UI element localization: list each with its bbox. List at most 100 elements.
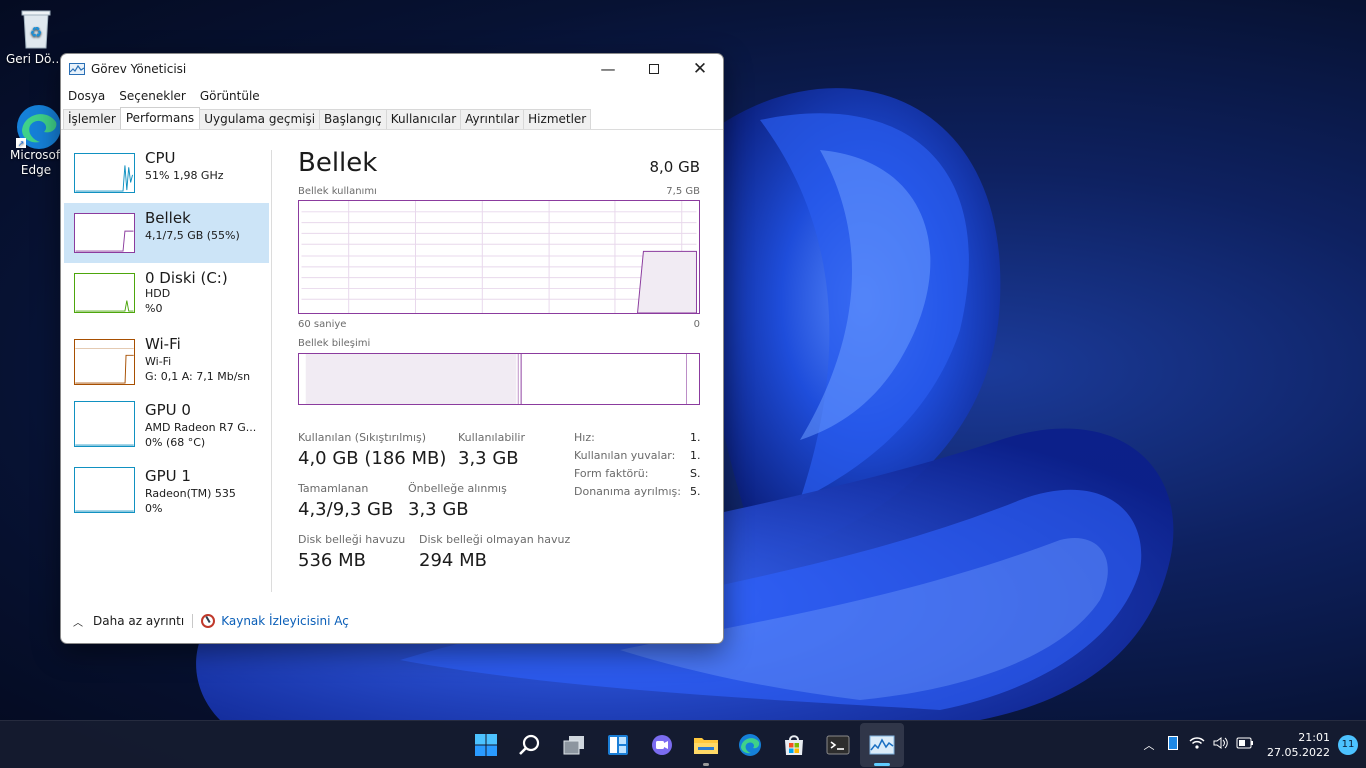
memory-thumbnail-graph (74, 213, 135, 253)
sidebar-item-detail: Radeon(TM) 535 (145, 487, 236, 500)
nonpaged-pool-label: Disk belleği olmayan havuz (419, 533, 571, 546)
recycle-bin-icon: ♻ (16, 8, 56, 49)
sidebar-item-name: Wi-Fi (145, 335, 181, 353)
search-icon (519, 734, 540, 755)
resource-monitor-icon (201, 614, 216, 628)
composition-chart-label: Bellek bileşimi (298, 338, 371, 349)
tab-services[interactable]: Hizmetler (523, 109, 592, 129)
task-manager-icon (869, 735, 895, 755)
sidebar-item-memory[interactable]: Bellek 4,1/7,5 GB (55%) (64, 203, 269, 263)
hardware-reserved-label: Donanıma ayrılmış: (574, 485, 681, 498)
close-icon: ✕ (692, 59, 708, 79)
start-icon (475, 734, 497, 756)
usage-chart-time-left: 60 saniye (298, 319, 347, 330)
maximize-icon (649, 64, 659, 74)
fewer-details-link[interactable]: Daha az ayrıntı (93, 614, 184, 628)
menu-bar: Dosya Seçenekler Görüntüle (61, 84, 723, 108)
battery-icon[interactable] (1233, 737, 1257, 753)
task-view-icon (563, 736, 584, 755)
sidebar-item-name: CPU (145, 149, 176, 167)
cpu-thumbnail-graph (74, 153, 135, 193)
wifi-icon[interactable] (1185, 736, 1209, 754)
sidebar-item-disk[interactable]: 0 Diski (C:) HDD %0 (64, 263, 269, 323)
close-button[interactable]: ✕ (677, 54, 723, 84)
tab-details[interactable]: Ayrıntılar (460, 109, 525, 129)
sidebar-item-name: GPU 1 (145, 467, 191, 485)
terminal-button[interactable] (816, 723, 860, 767)
page-title: Bellek (298, 148, 378, 178)
sidebar-item-detail: AMD Radeon R7 G... (145, 421, 257, 434)
minimize-button[interactable]: — (585, 54, 631, 84)
file-explorer-button[interactable] (684, 723, 728, 767)
task-view-button[interactable] (552, 723, 596, 767)
menu-file[interactable]: Dosya (61, 89, 112, 103)
speed-value: 1. (690, 431, 701, 444)
title-bar[interactable]: Görev Yöneticisi — ✕ (61, 54, 723, 84)
sidebar-item-cpu[interactable]: CPU 51% 1,98 GHz (64, 143, 269, 203)
cached-label: Önbelleğe alınmış (408, 482, 507, 495)
sidebar-item-name: 0 Diski (C:) (145, 269, 228, 287)
store-button[interactable] (772, 723, 816, 767)
task-manager-button[interactable] (860, 723, 904, 767)
tab-performance[interactable]: Performans (119, 107, 201, 129)
edge-icon (739, 734, 761, 756)
usage-chart-time-right: 0 (693, 319, 700, 330)
notification-badge[interactable]: 11 (1338, 735, 1358, 755)
clock[interactable]: 21:01 27.05.2022 (1267, 730, 1330, 760)
task-manager-window: Görev Yöneticisi — ✕ Dosya Seçenekler Gö… (60, 53, 724, 644)
sidebar-item-gpu1[interactable]: GPU 1 Radeon(TM) 535 0% (64, 455, 269, 521)
sidebar-item-detail-2: %0 (145, 302, 163, 315)
clock-time: 21:01 (1298, 731, 1330, 744)
sidebar-item-gpu0[interactable]: GPU 0 AMD Radeon R7 G... 0% (68 °C) (64, 389, 269, 455)
sidebar-item-name: GPU 0 (145, 401, 191, 419)
nonpaged-pool-value: 294 MB (419, 550, 487, 571)
wifi-thumbnail-graph (74, 339, 135, 385)
sidebar-item-wifi[interactable]: Wi-Fi Wi-Fi G: 0,1 A: 7,1 Mb/sn (64, 323, 269, 389)
menu-view[interactable]: Görüntüle (193, 89, 267, 103)
memory-composition-chart (298, 353, 700, 405)
widgets-button[interactable] (596, 723, 640, 767)
maximize-button[interactable] (631, 54, 677, 84)
usb-drive-icon[interactable] (1161, 736, 1185, 754)
sidebar-item-name: Bellek (145, 209, 191, 227)
sidebar-item-detail: HDD (145, 287, 171, 300)
svg-text:♻: ♻ (30, 25, 43, 41)
desktop-icon-label: Microsoft Edge (10, 148, 62, 177)
menu-options[interactable]: Seçenekler (112, 89, 193, 103)
usage-chart-label: Bellek kullanımı (298, 186, 377, 197)
usage-area (637, 250, 697, 313)
edge-icon: ↗ (16, 104, 61, 149)
tab-users[interactable]: Kullanıcılar (385, 109, 462, 129)
sidebar-item-detail: 51% 1,98 GHz (145, 169, 224, 182)
widgets-icon (608, 735, 628, 755)
disk-thumbnail-graph (74, 273, 135, 313)
committed-value: 4,3/9,3 GB (298, 499, 394, 520)
sidebar-item-detail-2: G: 0,1 A: 7,1 Mb/sn (145, 370, 251, 383)
sidebar-item-detail: 4,1/7,5 GB (55%) (145, 229, 240, 242)
running-indicator (703, 763, 709, 766)
search-button[interactable] (508, 723, 552, 767)
committed-label: Tamamlanan (298, 482, 369, 495)
slots-value: 1. (690, 449, 701, 462)
taskbar: ︿ 21:01 27.05.2022 11 (0, 720, 1366, 768)
taskbar-apps (464, 721, 904, 768)
usage-grid (301, 201, 697, 313)
clock-date: 27.05.2022 (1267, 746, 1330, 759)
chat-button[interactable] (640, 723, 684, 767)
edge-button[interactable] (728, 723, 772, 767)
open-resource-monitor-link[interactable]: Kaynak İzleyicisini Aç (221, 614, 349, 628)
form-factor-label: Form faktörü: (574, 467, 649, 480)
performance-panel: CPU 51% 1,98 GHz Bellek 4,1/7,5 GB (55%)… (61, 130, 723, 592)
available-value: 3,3 GB (458, 448, 519, 469)
start-button[interactable] (464, 723, 508, 767)
volume-icon[interactable] (1209, 736, 1233, 754)
gpu0-thumbnail-graph (74, 401, 135, 447)
resource-list: CPU 51% 1,98 GHz Bellek 4,1/7,5 GB (55%)… (64, 143, 269, 521)
window-title: Görev Yöneticisi (91, 62, 187, 76)
chevron-up-icon[interactable]: ︿ (73, 614, 83, 629)
tab-processes[interactable]: İşlemler (63, 109, 121, 129)
svg-text:↗: ↗ (18, 139, 25, 148)
tab-app-history[interactable]: Uygulama geçmişi (199, 109, 321, 129)
chevron-up-icon[interactable]: ︿ (1137, 737, 1161, 753)
tab-startup[interactable]: Başlangıç (319, 109, 387, 129)
